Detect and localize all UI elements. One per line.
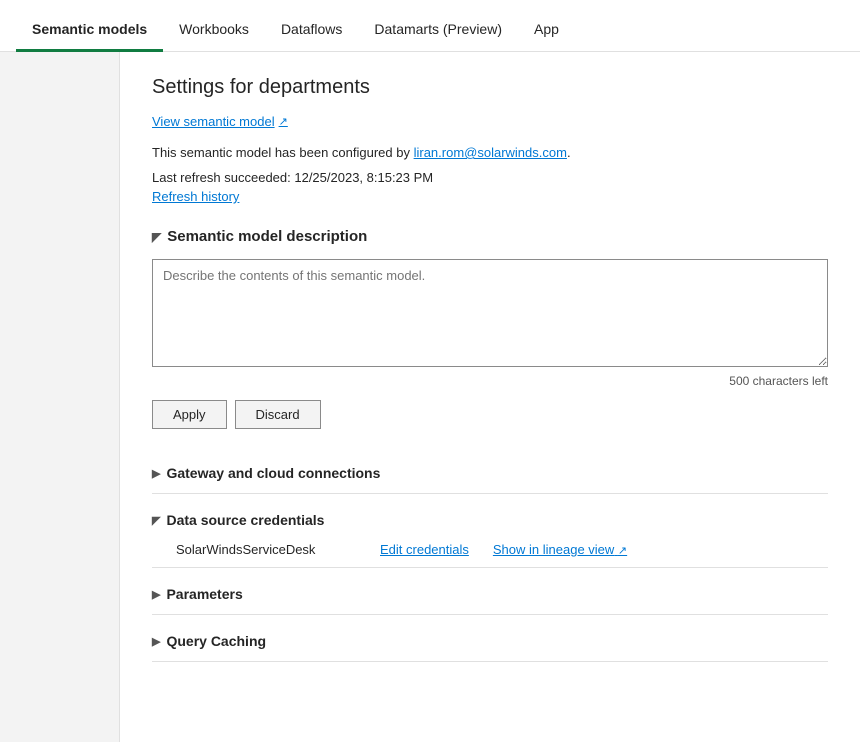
show-lineage-text: Show in lineage view bbox=[493, 542, 614, 557]
datasource-collapse-arrow: ◤ bbox=[152, 514, 160, 527]
tab-workbooks[interactable]: Workbooks bbox=[163, 7, 265, 52]
refresh-status: Last refresh succeeded: 12/25/2023, 8:15… bbox=[152, 170, 828, 185]
view-semantic-model-link[interactable]: View semantic model ↗ bbox=[152, 114, 288, 129]
sidebar bbox=[0, 52, 120, 742]
description-section-header[interactable]: ◤ Semantic model description bbox=[152, 228, 828, 245]
parameters-divider bbox=[152, 614, 828, 615]
char-count: 500 characters left bbox=[152, 374, 828, 388]
query-caching-divider bbox=[152, 661, 828, 662]
datasource-section: ◤ Data source credentials SolarWindsServ… bbox=[152, 504, 828, 568]
email-link[interactable]: liran.rom@solarwinds.com bbox=[414, 145, 567, 160]
gateway-divider bbox=[152, 493, 828, 494]
parameters-section-title: Parameters bbox=[166, 586, 242, 602]
datasource-row: SolarWindsServiceDesk Edit credentials S… bbox=[152, 536, 828, 563]
query-caching-section-header[interactable]: ▶ Query Caching bbox=[152, 625, 828, 657]
tab-dataflows[interactable]: Dataflows bbox=[265, 7, 358, 52]
edit-credentials-link[interactable]: Edit credentials bbox=[380, 542, 469, 557]
parameters-collapse-arrow: ▶ bbox=[152, 588, 160, 601]
query-caching-section-title: Query Caching bbox=[166, 633, 266, 649]
description-btn-row: Apply Discard bbox=[152, 400, 828, 429]
page-title: Settings for departments bbox=[152, 76, 828, 99]
view-link-text: View semantic model bbox=[152, 114, 275, 129]
datasource-divider bbox=[152, 567, 828, 568]
main-content: Settings for departments View semantic m… bbox=[120, 52, 860, 742]
gateway-collapse-arrow: ▶ bbox=[152, 467, 160, 480]
parameters-section: ▶ Parameters bbox=[152, 578, 828, 615]
tab-semantic-models[interactable]: Semantic models bbox=[16, 7, 163, 52]
lineage-external-icon: ↗ bbox=[618, 545, 627, 557]
description-textarea[interactable] bbox=[152, 259, 828, 367]
show-lineage-link[interactable]: Show in lineage view ↗ bbox=[493, 542, 627, 557]
description-collapse-arrow: ◤ bbox=[152, 230, 161, 244]
gateway-section: ▶ Gateway and cloud connections bbox=[152, 457, 828, 494]
query-caching-collapse-arrow: ▶ bbox=[152, 635, 160, 648]
tab-app[interactable]: App bbox=[518, 7, 575, 52]
query-caching-section: ▶ Query Caching bbox=[152, 625, 828, 662]
top-nav: Semantic models Workbooks Dataflows Data… bbox=[0, 0, 860, 52]
datasource-section-title: Data source credentials bbox=[166, 512, 324, 528]
gateway-section-title: Gateway and cloud connections bbox=[166, 465, 380, 481]
info-text: This semantic model has been configured … bbox=[152, 145, 828, 160]
apply-button[interactable]: Apply bbox=[152, 400, 227, 429]
parameters-section-header[interactable]: ▶ Parameters bbox=[152, 578, 828, 610]
discard-button[interactable]: Discard bbox=[235, 400, 321, 429]
datasource-section-header[interactable]: ◤ Data source credentials bbox=[152, 504, 828, 536]
layout: Settings for departments View semantic m… bbox=[0, 52, 860, 742]
gateway-section-header[interactable]: ▶ Gateway and cloud connections bbox=[152, 457, 828, 489]
description-section-title: Semantic model description bbox=[167, 228, 367, 245]
external-link-icon: ↗ bbox=[279, 115, 288, 128]
description-section: ◤ Semantic model description 500 charact… bbox=[152, 228, 828, 429]
datasource-name: SolarWindsServiceDesk bbox=[176, 542, 356, 557]
refresh-history-link[interactable]: Refresh history bbox=[152, 189, 828, 204]
tab-datamarts[interactable]: Datamarts (Preview) bbox=[358, 7, 518, 52]
